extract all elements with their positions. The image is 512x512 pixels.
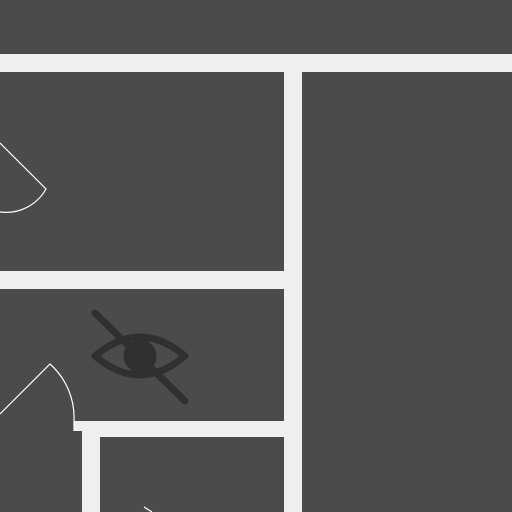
wall-center-vertical (284, 54, 302, 512)
wall-top (0, 54, 512, 72)
wall-mid-horizontal (0, 271, 284, 289)
wall-lower-vertical (82, 421, 100, 512)
wall-lower-horizontal (82, 421, 284, 437)
floor-plan-view[interactable] (0, 0, 512, 512)
wall-stub (74, 421, 84, 431)
